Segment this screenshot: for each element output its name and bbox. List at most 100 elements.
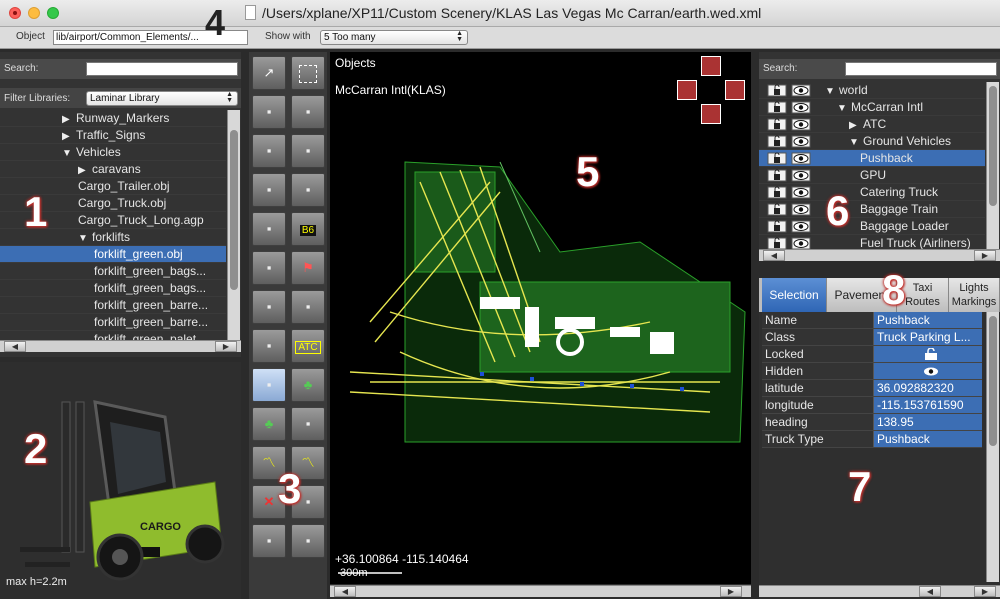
library-horizontal-scrollbar[interactable]: ◀ ▶ <box>0 340 241 352</box>
hierarchy-item[interactable]: ▼ world <box>759 82 985 99</box>
boundary-tool-icon[interactable]: ▪ <box>291 173 325 207</box>
scroll-right-button[interactable]: ▶ <box>974 250 996 261</box>
pan-left-button[interactable] <box>677 80 697 100</box>
map-scroll-right-button[interactable]: ▶ <box>720 586 742 597</box>
object-tool-icon[interactable]: ▪ <box>252 368 286 402</box>
map-view[interactable]: Objects McCarran Intl(KLAS) +36.100864 -… <box>330 52 751 584</box>
lock-icon[interactable] <box>767 203 787 216</box>
vertex-tool-icon[interactable]: ↗ <box>252 56 286 90</box>
truck-parking-tool-icon[interactable]: ▪ <box>252 251 286 285</box>
hierarchy-item[interactable]: GPU <box>759 167 985 184</box>
tab-selection[interactable]: Selection <box>762 278 827 312</box>
properties-horizontal-scrollbar[interactable]: ◀ ▶ <box>759 585 1000 597</box>
pan-right-button[interactable] <box>725 80 745 100</box>
expanded-triangle-icon[interactable]: ▼ <box>825 83 839 98</box>
hierarchy-item[interactable]: Baggage Loader <box>759 218 985 235</box>
hierarchy-item[interactable]: ▼ McCarran Intl <box>759 99 985 116</box>
library-vertical-scrollbar[interactable] <box>227 110 240 340</box>
expanded-triangle-icon[interactable]: ▼ <box>849 134 863 149</box>
visibility-eye-icon[interactable] <box>791 84 811 97</box>
map-scroll-left-button[interactable]: ◀ <box>334 586 356 597</box>
helipad-tool-icon[interactable]: ▪ <box>252 134 286 168</box>
library-item[interactable]: forklift_green_bags... <box>0 263 226 280</box>
pan-down-button[interactable] <box>701 104 721 124</box>
collapsed-triangle-icon[interactable]: ▶ <box>62 111 76 126</box>
taxi-sign-tool-icon[interactable]: B6 <box>291 212 325 246</box>
visibility-eye-icon[interactable] <box>791 101 811 114</box>
visibility-eye-icon[interactable] <box>791 135 811 148</box>
properties-scroll-thumb[interactable] <box>989 316 997 446</box>
hierarchy-item[interactable]: Baggage Train <box>759 201 985 218</box>
library-item[interactable]: ▼ Vehicles <box>0 144 226 161</box>
collapsed-triangle-icon[interactable]: ▶ <box>849 117 863 132</box>
property-value[interactable]: Truck Parking L... <box>874 329 982 345</box>
scroll-left-button[interactable]: ◀ <box>763 250 785 261</box>
ramp-start-tool-icon[interactable]: ▪ <box>291 290 325 324</box>
tab-lights-markings[interactable]: Lights Markings <box>949 278 1000 312</box>
collapsed-triangle-icon[interactable]: ▶ <box>78 162 92 177</box>
library-item[interactable]: ▶ Traffic_Signs <box>0 127 226 144</box>
lock-icon[interactable] <box>767 101 787 114</box>
hierarchy-item[interactable]: Pushback <box>759 150 985 167</box>
property-value[interactable]: 36.092882320 <box>874 380 982 396</box>
route-tool-icon[interactable]: ▪ <box>291 524 325 558</box>
property-value[interactable]: -115.153761590 <box>874 397 982 413</box>
marquee-tool-icon[interactable] <box>291 56 325 90</box>
taxi-line-tool-icon[interactable]: ▪ <box>252 173 286 207</box>
lock-icon[interactable] <box>767 84 787 97</box>
hierarchy-horizontal-scrollbar[interactable]: ◀ ▶ <box>759 249 1000 261</box>
lock-icon[interactable] <box>767 118 787 131</box>
unlocked-icon[interactable] <box>924 348 938 361</box>
forest-tool-icon[interactable]: ♣ <box>291 368 325 402</box>
tower-viewpoint-tool-icon[interactable]: ▪ <box>252 290 286 324</box>
lock-icon[interactable] <box>767 135 787 148</box>
visibility-eye-icon[interactable] <box>791 220 811 233</box>
property-value[interactable]: Pushback <box>874 312 982 328</box>
hierarchy-item[interactable]: Catering Truck <box>759 184 985 201</box>
hierarchy-scroll-thumb[interactable] <box>989 86 997 206</box>
visible-eye-icon[interactable] <box>923 365 939 378</box>
library-scroll-thumb[interactable] <box>230 130 238 290</box>
lock-icon[interactable] <box>767 220 787 233</box>
library-item[interactable]: ▶ Runway_Markers <box>0 110 226 127</box>
visibility-eye-icon[interactable] <box>791 118 811 131</box>
string-tool-icon[interactable]: ▪ <box>291 407 325 441</box>
zoom-window-button[interactable] <box>47 7 59 19</box>
visibility-eye-icon[interactable] <box>791 186 811 199</box>
sealane-tool-icon[interactable]: ▪ <box>291 95 325 129</box>
visibility-eye-icon[interactable] <box>791 152 811 165</box>
map-horizontal-scrollbar[interactable]: ◀ ▶ <box>330 585 751 597</box>
taxiway-tool-icon[interactable]: ▪ <box>291 134 325 168</box>
hierarchy-item[interactable]: ▼ Ground Vehicles <box>759 133 985 150</box>
scroll-left-button[interactable]: ◀ <box>4 341 26 352</box>
runway-tool-icon[interactable]: ▪ <box>252 95 286 129</box>
property-value[interactable] <box>874 363 982 379</box>
property-value[interactable] <box>874 346 982 362</box>
hierarchy-search-input[interactable] <box>845 62 997 76</box>
library-item[interactable]: forklift_green_barre... <box>0 314 226 331</box>
property-value[interactable]: 138.95 <box>874 414 982 430</box>
lock-icon[interactable] <box>767 169 787 182</box>
pan-up-button[interactable] <box>701 56 721 76</box>
lock-icon[interactable] <box>767 186 787 199</box>
properties-vertical-scrollbar[interactable] <box>986 312 999 582</box>
show-with-select[interactable]: 5 Too many ▲ ▼ <box>320 30 468 45</box>
scroll-left-button[interactable]: ◀ <box>919 586 941 597</box>
tree-tool-icon[interactable]: ♣ <box>252 407 286 441</box>
visibility-eye-icon[interactable] <box>791 203 811 216</box>
library-item[interactable]: forklift_green_bags... <box>0 280 226 297</box>
library-item[interactable]: forklift_green_barre... <box>0 297 226 314</box>
library-item[interactable]: ▶ caravans <box>0 161 226 178</box>
property-value[interactable]: Pushback <box>874 431 982 447</box>
light-fixture-tool-icon[interactable]: ▪ <box>252 212 286 246</box>
expanded-triangle-icon[interactable]: ▼ <box>62 145 76 160</box>
library-item[interactable]: forklift_green.obj <box>0 246 226 263</box>
hierarchy-vertical-scrollbar[interactable] <box>986 82 999 250</box>
windsock-tool-icon[interactable]: ⚑ <box>291 251 325 285</box>
scroll-right-button[interactable]: ▶ <box>974 586 996 597</box>
atc-tool-icon[interactable]: ATC <box>291 329 325 363</box>
visibility-eye-icon[interactable] <box>791 169 811 182</box>
expanded-triangle-icon[interactable]: ▼ <box>837 100 851 115</box>
truck-destination-tool-icon[interactable]: ▪ <box>252 524 286 558</box>
expanded-triangle-icon[interactable]: ▼ <box>78 230 92 245</box>
